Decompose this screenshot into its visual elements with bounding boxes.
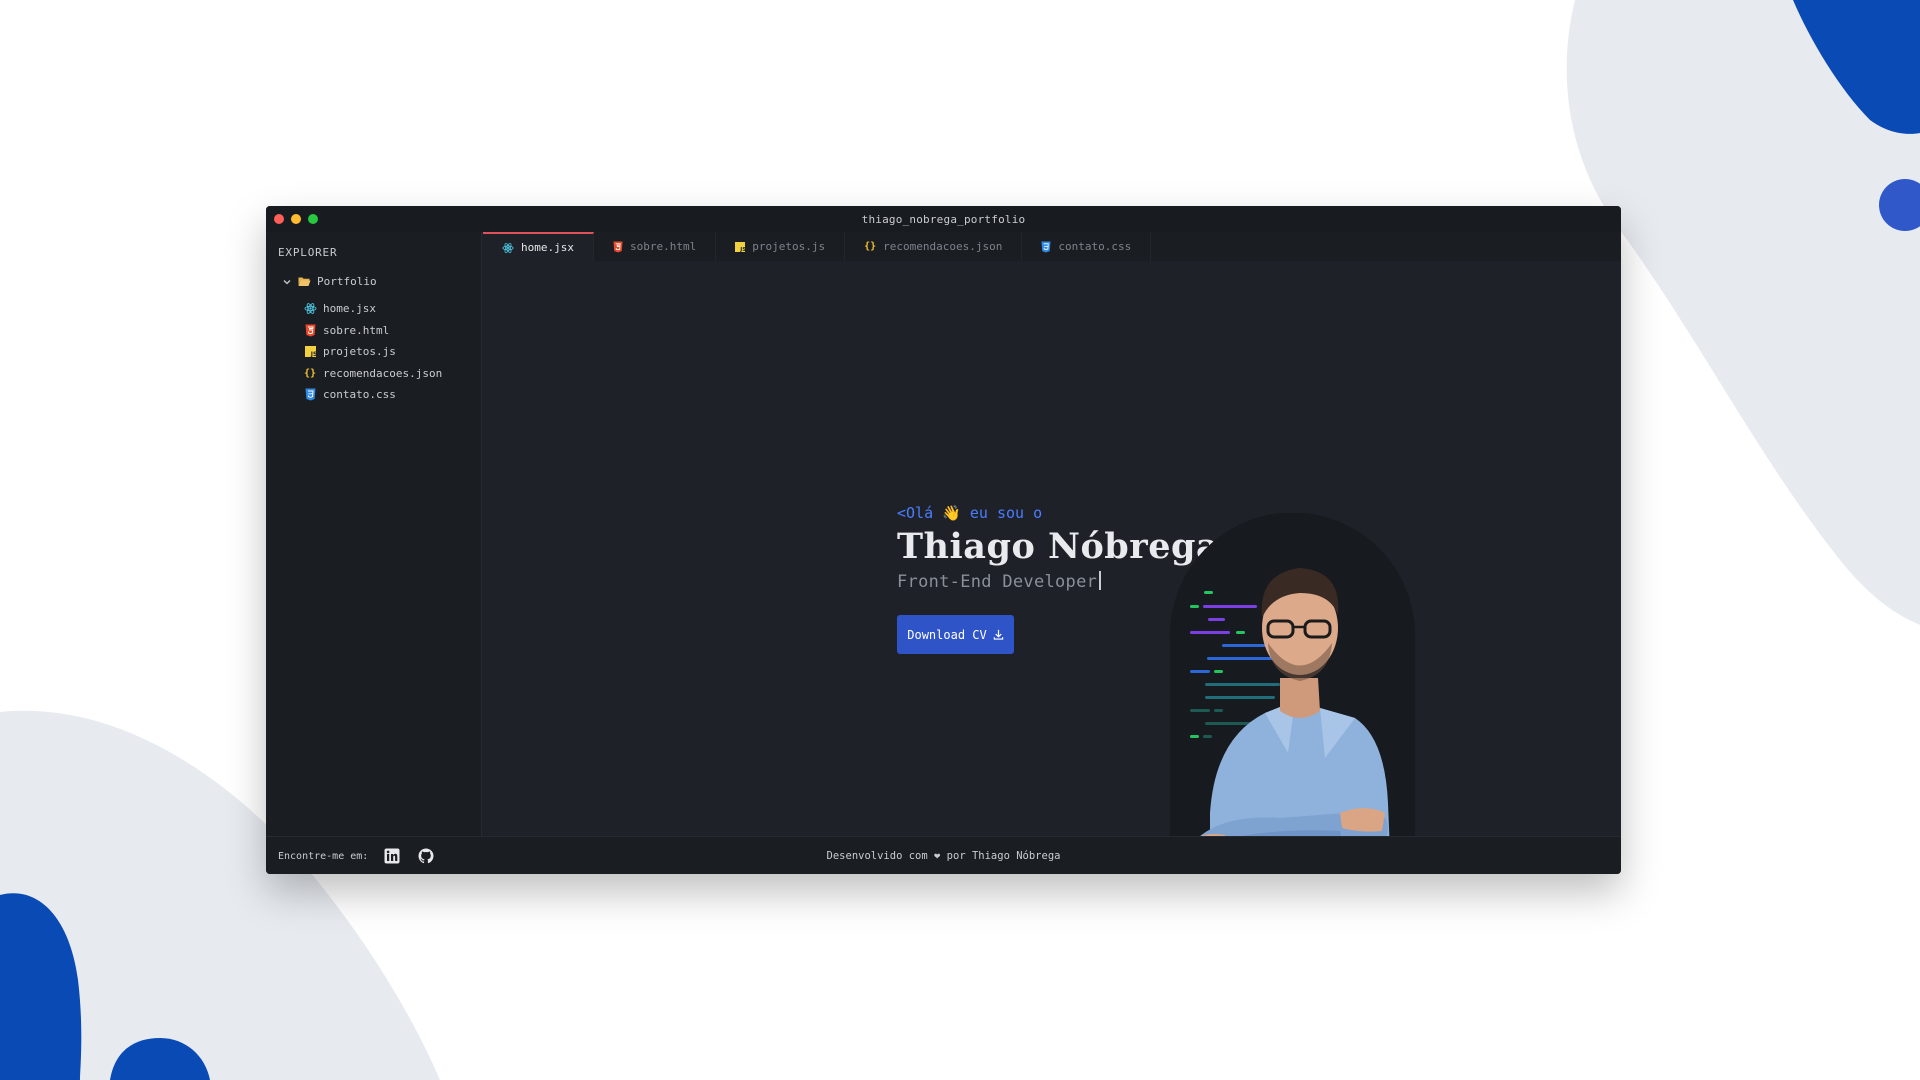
explorer-title: EXPLORER [278, 246, 338, 259]
credit-suffix: por Thiago Nóbrega [946, 849, 1061, 862]
tab-sobre-html[interactable]: sobre.html [594, 232, 717, 261]
javascript-icon: JS [735, 241, 746, 252]
footer-credit: Desenvolvido com ❤ por Thiago Nóbrega [266, 850, 1621, 862]
editor-tabs: home.jsx sobre.html JS projetos.js {} re… [483, 232, 1621, 261]
tab-label: recomendacoes.json [883, 240, 1003, 253]
sidebar-file-label: contato.css [323, 388, 396, 402]
json-icon: {} [303, 367, 317, 379]
title-bar: thiago_nobrega_portfolio [266, 206, 1621, 232]
greeting-prefix: <Olá [897, 504, 934, 522]
json-icon: {} [864, 241, 877, 252]
window-title: thiago_nobrega_portfolio [861, 212, 1026, 226]
credit-prefix: Desenvolvido com [826, 849, 928, 862]
sidebar-file-label: home.jsx [323, 302, 376, 316]
tab-label: home.jsx [521, 241, 574, 254]
minimize-window-button[interactable] [291, 214, 301, 224]
sidebar-file-label: recomendacoes.json [323, 366, 443, 380]
css3-icon [1041, 241, 1051, 252]
sidebar-file-label: projetos.js [323, 345, 396, 359]
tab-home-jsx[interactable]: home.jsx [483, 232, 594, 261]
folder-label: Portfolio [317, 275, 377, 288]
react-icon [303, 302, 317, 316]
sidebar-file-recomendacoes-json[interactable]: {} recomendacoes.json [303, 363, 442, 385]
maximize-window-button[interactable] [308, 214, 318, 224]
sidebar-file-home-jsx[interactable]: home.jsx [303, 298, 442, 320]
tab-recomendacoes-json[interactable]: {} recomendacoes.json [845, 232, 1023, 261]
wave-emoji: 👋 [942, 504, 961, 522]
svg-text:JS: JS [739, 247, 745, 252]
editor-content: <Olá 👋 eu sou o Thiago Nóbrega Front-End… [483, 261, 1621, 874]
sidebar-file-contato-css[interactable]: contato.css [303, 384, 442, 406]
react-icon [502, 242, 514, 253]
sidebar-file-projetos-js[interactable]: JS projetos.js [303, 341, 442, 363]
chevron-down-icon [283, 279, 291, 284]
folder-portfolio[interactable]: Portfolio [282, 275, 377, 288]
window-controls [274, 214, 318, 224]
greeting-suffix: eu sou o [969, 504, 1043, 522]
file-list: home.jsx sobre.html JS projetos.js {} re… [303, 298, 442, 406]
sidebar-file-label: sobre.html [323, 323, 390, 337]
role-text: Front-End Developer [897, 572, 1098, 592]
app-window: thiago_nobrega_portfolio EXPLORER Portfo… [266, 206, 1621, 874]
svg-text:JS: JS [309, 351, 315, 357]
tab-label: projetos.js [752, 240, 826, 253]
javascript-icon: JS [303, 345, 317, 359]
profile-portrait [1170, 513, 1415, 874]
tab-label: contato.css [1058, 240, 1132, 253]
tab-projetos-js[interactable]: JS projetos.js [716, 232, 846, 261]
status-footer: Encontre-me em: Desenvolvido com ❤ por T… [266, 836, 1621, 874]
sidebar-file-sobre-html[interactable]: sobre.html [303, 320, 442, 342]
html5-icon [613, 241, 623, 252]
close-window-button[interactable] [274, 214, 284, 224]
typing-cursor [1099, 571, 1101, 590]
download-cv-label: Download CV [907, 627, 987, 642]
tab-label: sobre.html [629, 240, 697, 253]
html5-icon [303, 323, 317, 337]
download-icon [993, 629, 1003, 640]
css3-icon [303, 388, 317, 402]
tab-contato-css[interactable]: contato.css [1022, 232, 1152, 261]
sidebar-explorer: EXPLORER Portfolio home.jsx sobre.html J… [266, 232, 482, 836]
download-cv-button[interactable]: Download CV [897, 615, 1014, 654]
folder-open-icon [298, 277, 311, 286]
heart-icon: ❤ [934, 849, 941, 862]
